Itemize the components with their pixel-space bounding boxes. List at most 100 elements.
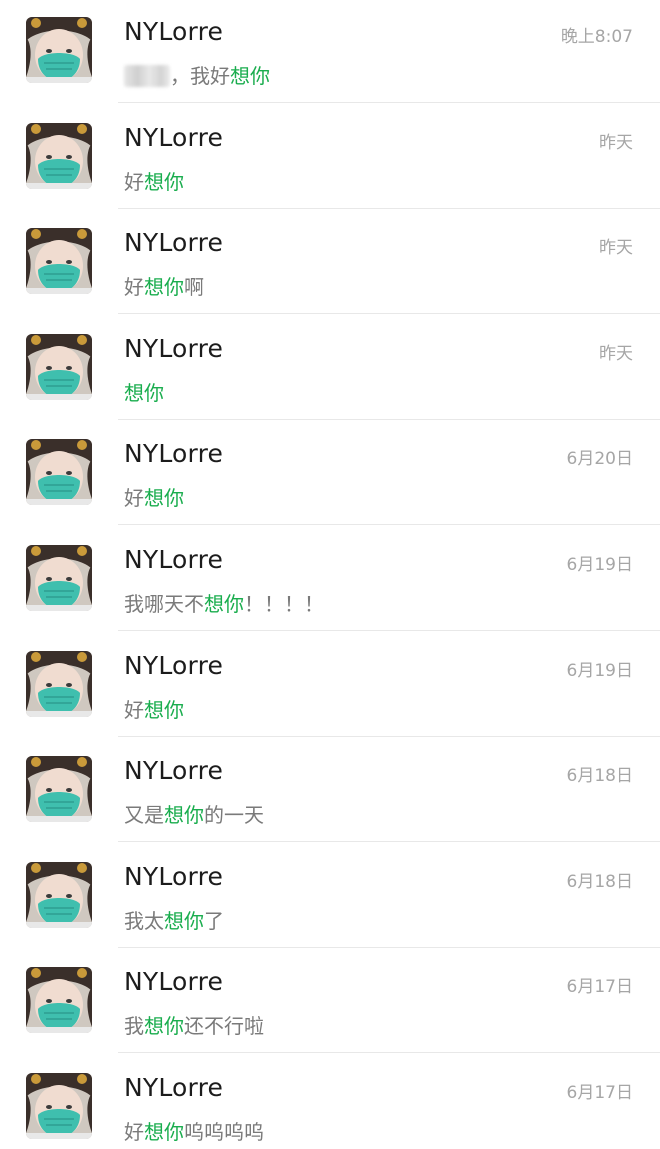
chat-row[interactable]: NYLorre 6月18日 我太想你了	[0, 845, 660, 950]
preview-highlight: 想你	[204, 592, 244, 616]
chat-preview: 好想你啊	[124, 271, 204, 300]
avatar	[26, 228, 92, 294]
preview-highlight: 想你	[144, 698, 184, 722]
row-divider	[118, 947, 660, 948]
row-divider	[118, 102, 660, 103]
row-divider	[118, 630, 660, 631]
chat-search-results: NYLorre 晚上8:07 ，我好想你 NYLorre 昨天 好想你 NYLo…	[0, 0, 660, 1149]
avatar-image	[26, 967, 92, 1033]
avatar-image	[26, 862, 92, 928]
avatar-image	[26, 17, 92, 83]
chat-name: NYLorre	[124, 651, 224, 680]
chat-row[interactable]: NYLorre 6月19日 我哪天不想你！！！！	[0, 528, 660, 633]
chat-preview: 我想你还不行啦	[124, 1010, 264, 1039]
chat-row[interactable]: NYLorre 6月18日 又是想你的一天	[0, 739, 660, 844]
row-divider	[118, 524, 660, 525]
chat-time: 昨天	[599, 238, 633, 258]
chat-preview: 好想你	[124, 482, 184, 511]
avatar-image	[26, 334, 92, 400]
chat-time: 昨天	[599, 344, 633, 364]
preview-highlight: 想你	[230, 64, 270, 88]
chat-preview: 我哪天不想你！！！！	[124, 588, 324, 617]
preview-text-before: ，我好	[170, 64, 230, 88]
avatar	[26, 1073, 92, 1139]
preview-highlight: 想你	[144, 1120, 184, 1144]
chat-preview: 我太想你了	[124, 905, 224, 934]
preview-text-before: 好	[124, 275, 144, 299]
avatar-image	[26, 228, 92, 294]
avatar	[26, 967, 92, 1033]
preview-text-before: 好	[124, 698, 144, 722]
avatar-image	[26, 651, 92, 717]
chat-name: NYLorre	[124, 334, 224, 363]
preview-text-before: 好	[124, 170, 144, 194]
preview-highlight: 想你	[144, 275, 184, 299]
preview-highlight: 想你	[144, 486, 184, 510]
chat-row[interactable]: NYLorre 昨天 想你	[0, 317, 660, 422]
chat-name: NYLorre	[124, 967, 224, 996]
chat-preview: 好想你	[124, 166, 184, 195]
chat-row[interactable]: NYLorre 6月20日 好想你	[0, 422, 660, 527]
row-divider	[118, 736, 660, 737]
chat-row[interactable]: NYLorre 6月17日 我想你还不行啦	[0, 950, 660, 1055]
row-divider	[118, 419, 660, 420]
avatar	[26, 545, 92, 611]
row-divider	[118, 841, 660, 842]
chat-preview: 好想你	[124, 694, 184, 723]
chat-time: 6月19日	[566, 555, 633, 575]
chat-row[interactable]: NYLorre 6月17日 好想你呜呜呜呜	[0, 1056, 660, 1149]
chat-name: NYLorre	[124, 228, 224, 257]
chat-name: NYLorre	[124, 1073, 224, 1102]
avatar	[26, 651, 92, 717]
chat-name: NYLorre	[124, 439, 224, 468]
preview-text-after: 了	[204, 909, 224, 933]
preview-text-after: 啊	[184, 275, 204, 299]
row-divider	[118, 1052, 660, 1053]
preview-text-before: 好	[124, 1120, 144, 1144]
avatar-image	[26, 1073, 92, 1139]
chat-preview: ，我好想你	[124, 60, 270, 89]
chat-row[interactable]: NYLorre 昨天 好想你啊	[0, 211, 660, 316]
preview-text-after: 还不行啦	[184, 1014, 264, 1038]
preview-text-after: 的一天	[204, 803, 264, 827]
preview-highlight: 想你	[124, 381, 164, 405]
chat-name: NYLorre	[124, 123, 224, 152]
chat-name: NYLorre	[124, 756, 224, 785]
chat-name: NYLorre	[124, 545, 224, 574]
chat-preview: 想你	[124, 377, 164, 406]
preview-text-before: 我	[124, 1014, 144, 1038]
chat-name: NYLorre	[124, 17, 224, 46]
chat-row[interactable]: NYLorre 6月19日 好想你	[0, 634, 660, 739]
chat-time: 6月19日	[566, 661, 633, 681]
preview-highlight: 想你	[144, 1014, 184, 1038]
chat-preview: 好想你呜呜呜呜	[124, 1116, 264, 1145]
preview-text-before: 我哪天不	[124, 592, 204, 616]
avatar	[26, 862, 92, 928]
preview-highlight: 想你	[164, 803, 204, 827]
chat-time: 6月17日	[566, 1083, 633, 1103]
avatar	[26, 756, 92, 822]
avatar	[26, 17, 92, 83]
chat-time: 6月18日	[566, 872, 633, 892]
avatar-image	[26, 756, 92, 822]
chat-time: 6月18日	[566, 766, 633, 786]
preview-text-after: ！！！！	[244, 592, 324, 616]
chat-row[interactable]: NYLorre 昨天 好想你	[0, 106, 660, 211]
preview-text-before: 又是	[124, 803, 164, 827]
row-divider	[118, 208, 660, 209]
avatar-image	[26, 545, 92, 611]
preview-text-after: 呜呜呜呜	[184, 1120, 264, 1144]
avatar	[26, 334, 92, 400]
chat-time: 昨天	[599, 133, 633, 153]
chat-name: NYLorre	[124, 862, 224, 891]
preview-highlight: 想你	[144, 170, 184, 194]
avatar	[26, 123, 92, 189]
preview-text-before: 好	[124, 486, 144, 510]
chat-row[interactable]: NYLorre 晚上8:07 ，我好想你	[0, 0, 660, 105]
preview-text-before: 我太	[124, 909, 164, 933]
chat-time: 6月20日	[566, 449, 633, 469]
chat-preview: 又是想你的一天	[124, 799, 264, 828]
chat-time: 晚上8:07	[560, 27, 633, 47]
preview-highlight: 想你	[164, 909, 204, 933]
row-divider	[118, 313, 660, 314]
